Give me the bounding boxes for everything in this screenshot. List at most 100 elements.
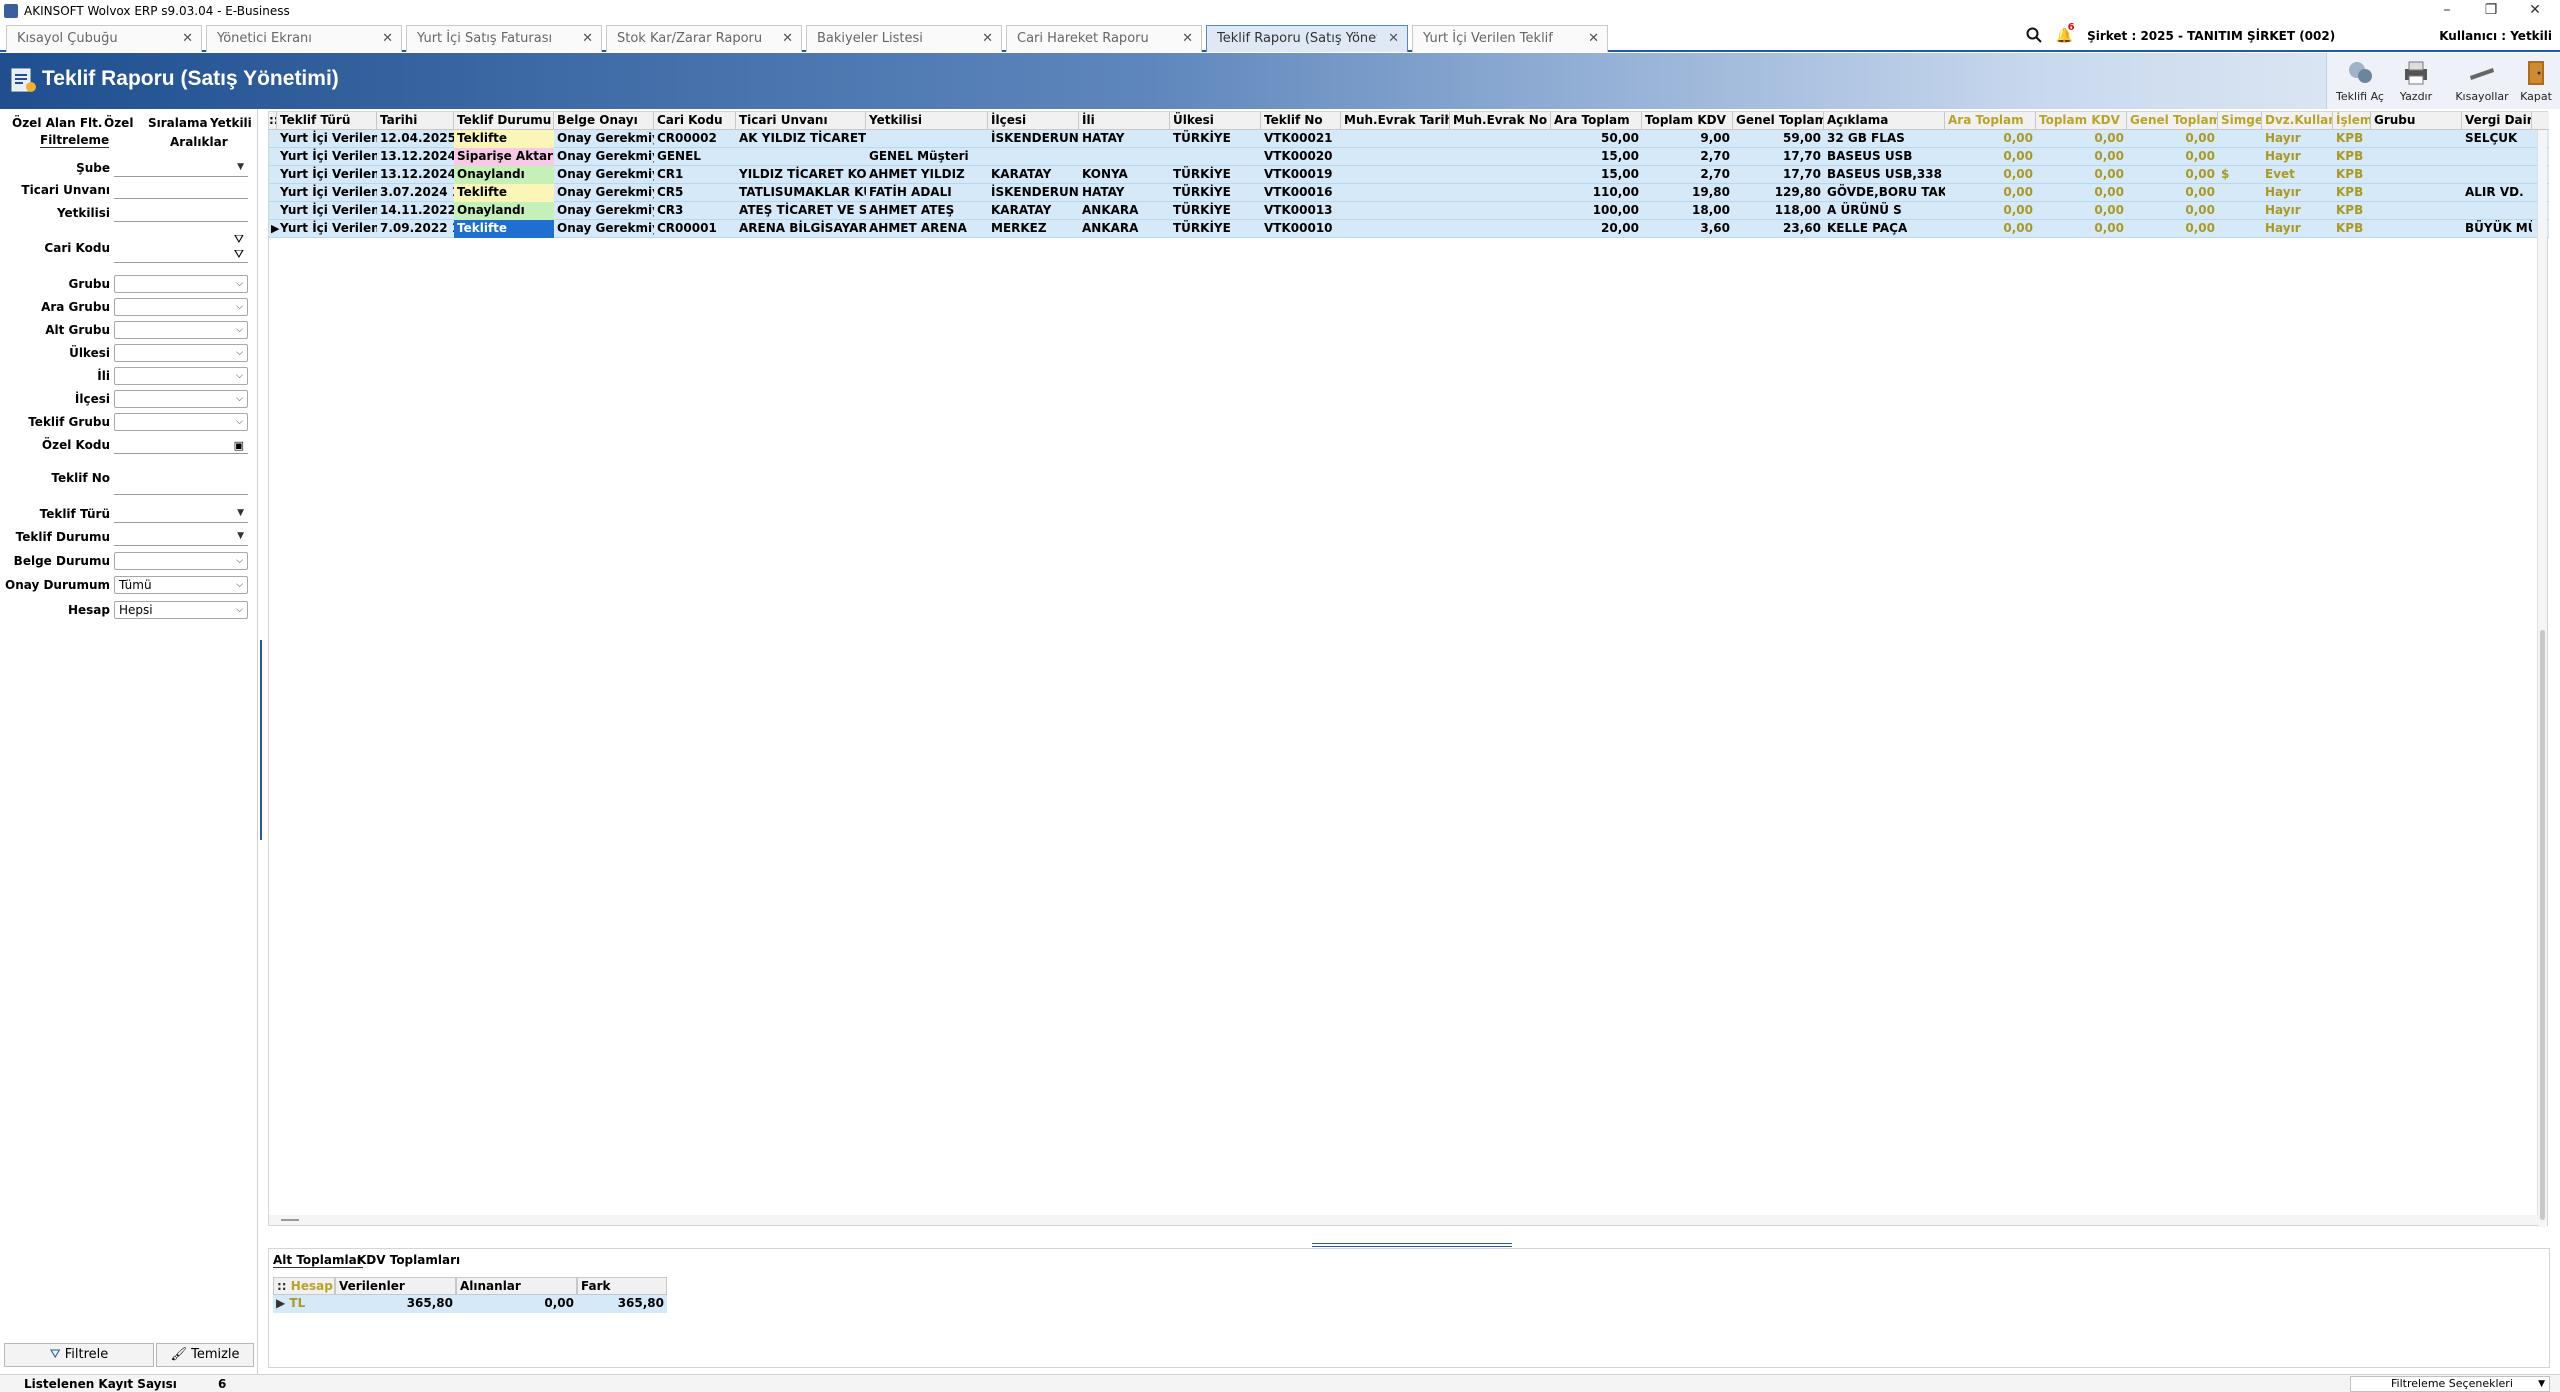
tab-yurt-ici-verilen-teklif[interactable]: Yurt İçi Verilen Teklif ✕ [1412, 25, 1608, 52]
tab-close-icon[interactable]: ✕ [1182, 26, 1193, 52]
user-info: Kullanıcı : Yetkili [2439, 29, 2552, 43]
cari-kodu-input[interactable]: ⛛ ⛛ [114, 229, 248, 263]
cell-genel: 17,70 [1783, 149, 1821, 163]
cell-vergi [2462, 148, 2532, 166]
close-window-button[interactable]: ✕ [2512, 0, 2558, 22]
column-header[interactable]: Cari Kodu [654, 112, 736, 130]
tab-close-icon[interactable]: ✕ [1588, 26, 1599, 52]
lookup-icon[interactable]: ▣ [234, 437, 244, 454]
panel-splitter[interactable] [258, 640, 264, 840]
tab-teklif-raporu[interactable]: Teklif Raporu (Satış Yönetimi) ✕ [1206, 25, 1408, 52]
tab-close-icon[interactable]: ✕ [1388, 26, 1399, 52]
grid-vertical-scrollbar[interactable] [2537, 130, 2547, 1227]
column-selector-icon[interactable]: :: [277, 1279, 291, 1293]
restore-button[interactable]: ❐ [2468, 0, 2514, 22]
tab-close-icon[interactable]: ✕ [182, 26, 193, 52]
column-header[interactable]: Ara Toplam [1945, 112, 2036, 130]
table-row[interactable]: Yurt İçi Verilen14.11.2022 1OnaylandıOna… [269, 202, 2549, 220]
tab-stok-kar-zarar-raporu[interactable]: Stok Kar/Zarar Raporu ✕ [606, 25, 802, 52]
filter-funnel-icon[interactable]: ⛛ [234, 246, 244, 263]
tab-close-icon[interactable]: ✕ [382, 26, 393, 52]
tab-ozel[interactable]: Özel [104, 116, 133, 130]
cell-ulke: TÜRKİYE [1173, 221, 1231, 235]
ara-grubu-combo[interactable]: ⌵ [114, 298, 248, 316]
tab-alt-toplamlar[interactable]: Alt Toplamlar [273, 1253, 363, 1268]
column-header[interactable]: Ara Toplam [1551, 112, 1642, 130]
column-header[interactable]: Teklif No [1261, 112, 1341, 130]
shortcuts-button[interactable]: Kısayollar [2451, 56, 2513, 106]
grubu-combo[interactable]: ⌵ [114, 275, 248, 293]
ozel-kodu-input[interactable]: ▣ [114, 436, 248, 454]
ticari-unvani-input[interactable] [114, 181, 248, 199]
column-header[interactable]: İşlem [2333, 112, 2371, 130]
teklif-durumu-select[interactable]: ▼ [114, 528, 248, 546]
tab-kdv-toplamlari[interactable]: KDV Toplamları [357, 1253, 460, 1267]
tab-yurt-ici-satis-faturasi[interactable]: Yurt İçi Satış Faturası ✕ [406, 25, 602, 52]
column-header[interactable]: Toplam KDV [2036, 112, 2127, 130]
tab-yetkili[interactable]: Yetkili [210, 116, 252, 130]
tab-araliklar[interactable]: Aralıklar [170, 135, 228, 149]
filter-button[interactable]: ⛛ Filtrele [4, 1343, 154, 1367]
tab-yonetici-ekrani[interactable]: Yönetici Ekranı ✕ [206, 25, 402, 52]
column-header[interactable]: İlçesi [988, 112, 1079, 130]
column-header[interactable]: Teklif Durumu [454, 112, 554, 130]
tab-close-icon[interactable]: ✕ [582, 26, 593, 52]
column-header[interactable]: Yetkilisi [866, 112, 988, 130]
alt-grubu-combo[interactable]: ⌵ [114, 321, 248, 339]
yetkilisi-input[interactable] [114, 204, 248, 222]
grid-horizontal-scrollbar[interactable] [269, 1215, 2539, 1225]
column-header[interactable]: Toplam KDV [1642, 112, 1733, 130]
table-row[interactable]: Yurt İçi Verilen12.04.2025 0TeklifteOnay… [269, 130, 2549, 148]
tab-siralama[interactable]: Sıralama [148, 116, 208, 130]
table-row[interactable]: Yurt İçi Verilen13.12.2024 1OnaylandıOna… [269, 166, 2549, 184]
column-header[interactable]: Genel Toplam [1733, 112, 1824, 130]
tab-kisayol-cubugu[interactable]: Kısayol Çubuğu ✕ [6, 25, 202, 52]
column-header[interactable]: Grubu [2371, 112, 2462, 130]
clear-button[interactable]: 🖌 Temizle [156, 1343, 254, 1367]
teklif-grubu-combo[interactable]: ⌵ [114, 413, 248, 431]
column-header[interactable]: Ticari Unvanı [736, 112, 866, 130]
column-header[interactable]: Muh.Evrak No [1450, 112, 1551, 130]
tab-cari-hareket-raporu[interactable]: Cari Hareket Raporu ✕ [1006, 25, 1202, 52]
bell-icon[interactable]: 🔔 6 [2056, 22, 2075, 44]
teklif-turu-select[interactable]: ▼ [114, 505, 248, 523]
tab-bakiyeler-listesi[interactable]: Bakiyeler Listesi ✕ [806, 25, 1002, 52]
ilcesi-combo[interactable]: ⌵ [114, 390, 248, 408]
minimize-button[interactable]: – [2424, 0, 2470, 22]
column-header[interactable]: Muh.Evrak Tarihi [1341, 112, 1450, 130]
column-header[interactable]: Tarihi [377, 112, 454, 130]
column-header[interactable]: Ülkesi [1170, 112, 1261, 130]
column-header[interactable]: Belge Onayı [554, 112, 654, 130]
close-report-button[interactable]: Kapat [2511, 56, 2560, 106]
tab-ozel-alan-filtre[interactable]: Özel Alan Flt. [12, 116, 102, 130]
table-row[interactable]: Yurt İçi Verilen3.07.2024 14TeklifteOnay… [269, 184, 2549, 202]
search-icon[interactable] [2026, 27, 2042, 46]
tab-close-icon[interactable]: ✕ [782, 26, 793, 52]
column-selector-icon[interactable]: :: [269, 112, 277, 130]
belge-durumu-combo[interactable]: ⌵ [114, 552, 248, 570]
cell-simge: $ [2221, 167, 2230, 181]
filter-options-dropdown[interactable]: Filtreleme Seçenekleri ▼ [2350, 1376, 2550, 1392]
column-header[interactable]: Teklif Türü [277, 112, 377, 130]
totals-cell-hesap[interactable]: ▶ TL [273, 1295, 335, 1313]
cell-onay: Onay Gerekmiyor [557, 203, 654, 217]
hesap-combo[interactable]: Hepsi ⌵ [114, 601, 248, 619]
column-header[interactable]: Açıklama [1824, 112, 1945, 130]
column-header[interactable]: Simge [2218, 112, 2262, 130]
onay-durumum-combo[interactable]: Tümü ⌵ [114, 576, 248, 594]
table-row[interactable]: ▶Yurt İçi Verilen7.09.2022 19TeklifteOna… [269, 220, 2549, 238]
tab-filtreleme[interactable]: Filtreleme [40, 133, 110, 148]
sube-select[interactable]: ▼ [114, 159, 248, 177]
column-header[interactable]: Genel Toplam [2127, 112, 2218, 130]
open-offer-button[interactable]: Teklifi Aç [2335, 56, 2385, 106]
table-row[interactable]: Yurt İçi Verilen13.12.2024 1Siparişe Akt… [269, 148, 2549, 166]
teklif-no-input[interactable] [114, 461, 248, 495]
tab-close-icon[interactable]: ✕ [982, 26, 993, 52]
bottom-splitter[interactable] [1312, 1243, 1512, 1247]
column-header[interactable]: İli [1079, 112, 1170, 130]
ili-combo[interactable]: ⌵ [114, 367, 248, 385]
column-header[interactable]: Vergi Daire [2462, 112, 2532, 130]
ulkesi-combo[interactable]: ⌵ [114, 344, 248, 362]
print-button[interactable]: Yazdır [2391, 56, 2441, 106]
column-header[interactable]: Dvz.Kullan [2262, 112, 2333, 130]
